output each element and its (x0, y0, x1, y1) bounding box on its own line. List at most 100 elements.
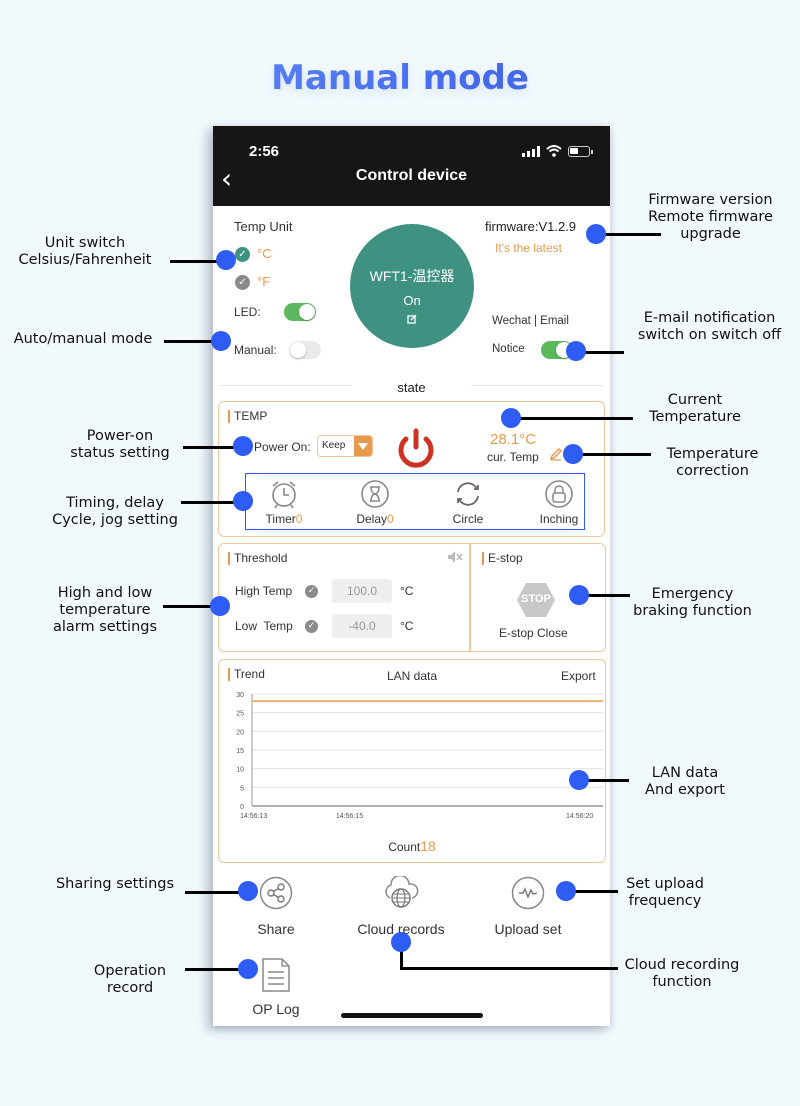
annotation-high-low: High and low temperature alarm settings (52, 585, 158, 635)
cycle-icon (457, 482, 479, 506)
delay-count: 0 (387, 512, 394, 526)
marker-dot (556, 881, 576, 901)
annotation-line (181, 501, 237, 504)
temp-card-title: TEMP (228, 410, 267, 423)
cloud-globe-icon (385, 874, 419, 908)
lan-data-tab[interactable]: LAN data (387, 669, 437, 683)
marker-dot (586, 224, 606, 244)
op-log-label: OP Log (252, 1001, 300, 1017)
edit-icon[interactable] (407, 314, 417, 324)
annotation-line (170, 260, 222, 263)
inching-label: Inching (539, 512, 579, 526)
marker-dot (238, 881, 258, 901)
page-title: Control device (355, 167, 468, 184)
unit-celsius-label: °C (257, 246, 272, 261)
firmware-version[interactable]: firmware:V1.2.9 (485, 219, 576, 234)
annotation-email: E-mail notification switch on switch off (637, 310, 782, 343)
annotation-sharing: Sharing settings (55, 876, 175, 892)
manual-label: Manual: (234, 343, 277, 357)
annotation-lan: LAN data And export (645, 765, 725, 798)
pulse-icon (511, 876, 545, 910)
card-divider (469, 544, 471, 651)
low-temp-label: Low Temp (235, 619, 293, 633)
annotation-line (185, 891, 240, 894)
led-toggle[interactable] (284, 303, 316, 321)
annotation-upload: Set upload frequency (626, 876, 704, 909)
y-tick-label: 10 (236, 767, 244, 774)
annotation-auto-manual: Auto/manual mode (13, 331, 153, 347)
unit-fahrenheit-label: °F (257, 274, 271, 289)
low-temp-unit: °C (400, 619, 414, 633)
export-button[interactable]: Export (561, 669, 596, 683)
power-on-value: Keep (322, 440, 346, 451)
share-label: Share (257, 921, 295, 937)
temp-card: TEMP Power On: Keep 28.1°C cur. Temp Tim… (218, 401, 605, 537)
phone-screen: 2:56 ‹ Control device Temp Unit ✓ °C ✓ °… (213, 126, 610, 1026)
current-temp-value: 28.1°C (490, 431, 537, 448)
status-icons (522, 145, 593, 157)
stop-text: STOP (521, 593, 551, 605)
status-bar: 2:56 ‹ Control device (213, 126, 610, 206)
upload-set-label: Upload set (494, 921, 562, 937)
hourglass-icon (361, 480, 389, 508)
document-icon (262, 958, 290, 992)
y-tick-label: 5 (240, 785, 244, 792)
high-temp-input[interactable]: 100.0 (332, 579, 392, 603)
status-time: 2:56 (249, 143, 280, 160)
timer-label: Timer (265, 512, 296, 526)
threshold-card-title: Threshold (228, 552, 287, 565)
threshold-estop-card: Threshold High Temp ✓ 100.0 °C Low Temp … (218, 543, 606, 652)
count-value: 18 (420, 838, 436, 854)
cur-temp-label: cur. Temp (487, 450, 539, 464)
upload-set-button[interactable]: Upload set (488, 876, 568, 937)
marker-dot (216, 250, 236, 270)
marker-dot (233, 491, 253, 511)
annotation-line (183, 446, 235, 449)
delay-button[interactable]: Delay0 (340, 479, 410, 526)
high-temp-label: High Temp (235, 584, 293, 598)
power-button-icon[interactable] (393, 427, 439, 471)
notice-label: Notice (492, 343, 525, 355)
marker-dot (569, 585, 589, 605)
annotation-unit-switch: Unit switch Celsius/Fahrenheit (18, 235, 152, 268)
x-tick-label: 14:56:20 (566, 813, 593, 820)
y-tick-label: 0 (240, 804, 244, 811)
count-label: Count (388, 840, 421, 854)
marker-dot (210, 596, 230, 616)
trend-chart: 0 5 10 15 20 25 30 14:56:13 14:56:15 14:56:20 (236, 692, 603, 820)
x-tick-label: 14:56:13 (240, 813, 267, 820)
y-tick-label: 15 (236, 748, 244, 755)
estop-status: E-stop Close (499, 626, 568, 640)
inching-button[interactable]: Inching (524, 479, 594, 526)
home-indicator[interactable] (341, 1013, 483, 1018)
annotation-operation: Operation record (93, 963, 167, 996)
signal-icon (522, 145, 540, 157)
headline: Manual mode (0, 58, 800, 98)
annotation-line (513, 417, 633, 420)
share-icon (259, 876, 293, 910)
mute-icon[interactable] (447, 550, 463, 564)
led-label: LED: (234, 305, 261, 319)
check-icon: ✓ (235, 247, 250, 262)
check-icon: ✓ (305, 585, 318, 598)
timer-button[interactable]: Timer0 (249, 479, 319, 526)
circle-button[interactable]: Circle (433, 479, 503, 526)
marker-dot (566, 341, 586, 361)
temp-unit-label: Temp Unit (234, 219, 293, 234)
power-on-label: Power On: (254, 440, 311, 454)
x-tick-label: 14:56:15 (336, 813, 363, 820)
annotation-line (185, 968, 240, 971)
y-tick-label: 30 (236, 692, 244, 699)
marker-dot (211, 331, 231, 351)
wifi-icon (546, 145, 562, 157)
low-temp-input[interactable]: -40.0 (332, 614, 392, 638)
device-status-circle[interactable]: WFT1-温控器 On (350, 224, 474, 348)
marker-dot (233, 436, 253, 456)
manual-toggle[interactable] (289, 341, 321, 359)
estop-button[interactable]: STOP (516, 582, 556, 622)
battery-icon (568, 145, 593, 157)
power-on-select[interactable]: Keep (317, 435, 373, 457)
alarm-clock-icon (272, 481, 296, 509)
cloud-records-button[interactable]: Cloud records (351, 874, 451, 937)
pencil-icon[interactable] (549, 447, 563, 461)
